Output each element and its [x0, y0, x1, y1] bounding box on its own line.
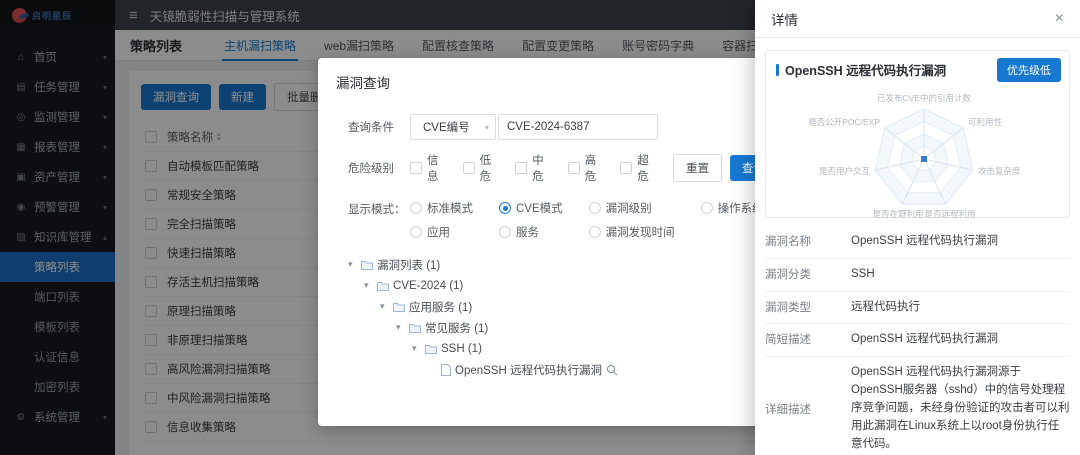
- tree-node-common-service[interactable]: ▾ 常见服务 (1): [396, 317, 765, 338]
- priority-low-button[interactable]: 优先级低: [997, 58, 1061, 82]
- radar-chart: 已发布CVE中的引用计数 可利用性 攻击复杂度 是否远程利用 是否在野利用 是否…: [776, 81, 1059, 228]
- tree-node-ssh[interactable]: ▾ SSH (1): [412, 338, 765, 359]
- radar-axis-label: 攻击复杂度: [978, 166, 1021, 176]
- radar-axis-label: 是否远程利用: [924, 209, 975, 219]
- search-icon[interactable]: [606, 364, 618, 376]
- level-info-checkbox[interactable]: 信息: [410, 152, 446, 184]
- select-caret-icon: ▾: [485, 123, 489, 132]
- mode-application-radio[interactable]: 应用: [410, 224, 473, 240]
- tree-caret-icon[interactable]: ▾: [380, 301, 389, 312]
- tree-caret-icon[interactable]: ▾: [364, 280, 373, 291]
- tree-node-cve-2024[interactable]: ▾ CVE-2024 (1): [364, 275, 765, 296]
- radar-axis-label: 已发布CVE中的引用计数: [877, 93, 971, 103]
- vuln-tree: ▾ 漏洞列表 (1) ▾ CVE-2024 (1) ▾ 应用服务 (1) ▾: [348, 254, 765, 380]
- details-drawer: 详情 × OpenSSH 远程代码执行漏洞 优先级低: [755, 0, 1080, 455]
- detail-row: 漏洞名称 OpenSSH 远程代码执行漏洞: [765, 226, 1070, 259]
- level-high-checkbox[interactable]: 高危: [568, 152, 604, 184]
- tree-caret-icon[interactable]: ▾: [412, 343, 421, 354]
- tree-caret-icon[interactable]: ▾: [348, 259, 357, 270]
- vuln-title: OpenSSH 远程代码执行漏洞: [785, 60, 946, 79]
- level-medium-checkbox[interactable]: 中危: [515, 152, 551, 184]
- detail-row: 漏洞分类 SSH: [765, 259, 1070, 292]
- vuln-detail-table: 漏洞名称 OpenSSH 远程代码执行漏洞 漏洞分类 SSH 漏洞类型 远程代码…: [765, 226, 1070, 455]
- folder-icon: [393, 302, 405, 312]
- folder-icon: [409, 323, 421, 333]
- radar-axis-label: 是否公开POC/EXP: [808, 117, 880, 127]
- folder-icon: [377, 281, 389, 291]
- detail-row: 详细描述 OpenSSH 远程代码执行漏洞源于OpenSSH服务器（sshd）中…: [765, 357, 1070, 455]
- drawer-title: 详情: [771, 9, 798, 29]
- cve-number-input[interactable]: [498, 114, 658, 140]
- folder-icon: [425, 344, 437, 354]
- display-mode-label: 显示模式：: [348, 200, 410, 217]
- query-type-select[interactable]: CVE编号 ▾: [410, 114, 496, 140]
- detail-row: 漏洞类型 远程代码执行: [765, 292, 1070, 325]
- folder-icon: [361, 260, 373, 270]
- app-window: 启明星辰 ⌂ 首页 ▾ ▤ 任务管理 ▾ ◎ 监测管理 ▾ ▦ 报表管理 ▾: [0, 0, 1080, 455]
- document-icon: [441, 364, 451, 376]
- tree-caret-icon[interactable]: ▾: [396, 322, 405, 333]
- mode-standard-radio[interactable]: 标准模式: [410, 200, 473, 216]
- mode-cve-radio[interactable]: CVE模式: [499, 200, 563, 216]
- mode-vuln-date-radio[interactable]: 漏洞发现时间: [589, 224, 675, 240]
- tree-leaf-openssh-vuln[interactable]: OpenSSH 远程代码执行漏洞: [441, 359, 765, 380]
- reset-button[interactable]: 重置: [673, 154, 722, 182]
- vuln-summary-card: OpenSSH 远程代码执行漏洞 优先级低: [765, 50, 1070, 218]
- danger-level-label: 危险级别: [348, 160, 410, 176]
- modal-title: 漏洞查询: [318, 58, 765, 98]
- level-critical-checkbox[interactable]: 超危: [620, 152, 656, 184]
- radar-axis-label: 可利用性: [968, 117, 1003, 127]
- close-icon[interactable]: ×: [1055, 11, 1064, 27]
- vuln-query-modal: 漏洞查询 查询条件 CVE编号 ▾ 危险级别 信息 低危 中危 高危 超危 重置…: [318, 58, 765, 426]
- detail-row: 简短描述 OpenSSH 远程代码执行漏洞: [765, 324, 1070, 357]
- radar-data-point: [921, 156, 928, 163]
- tree-node-app-service[interactable]: ▾ 应用服务 (1): [380, 296, 765, 317]
- title-accent-bar: [776, 64, 779, 76]
- query-condition-label: 查询条件: [348, 119, 410, 135]
- radar-axis-label: 是否用户交互: [819, 166, 871, 176]
- level-low-checkbox[interactable]: 低危: [463, 152, 499, 184]
- radar-axis-label: 是否在野利用: [872, 209, 923, 219]
- tree-node-vuln-list[interactable]: ▾ 漏洞列表 (1): [348, 254, 765, 275]
- mode-service-radio[interactable]: 服务: [499, 224, 563, 240]
- mode-vuln-level-radio[interactable]: 漏洞级别: [589, 200, 675, 216]
